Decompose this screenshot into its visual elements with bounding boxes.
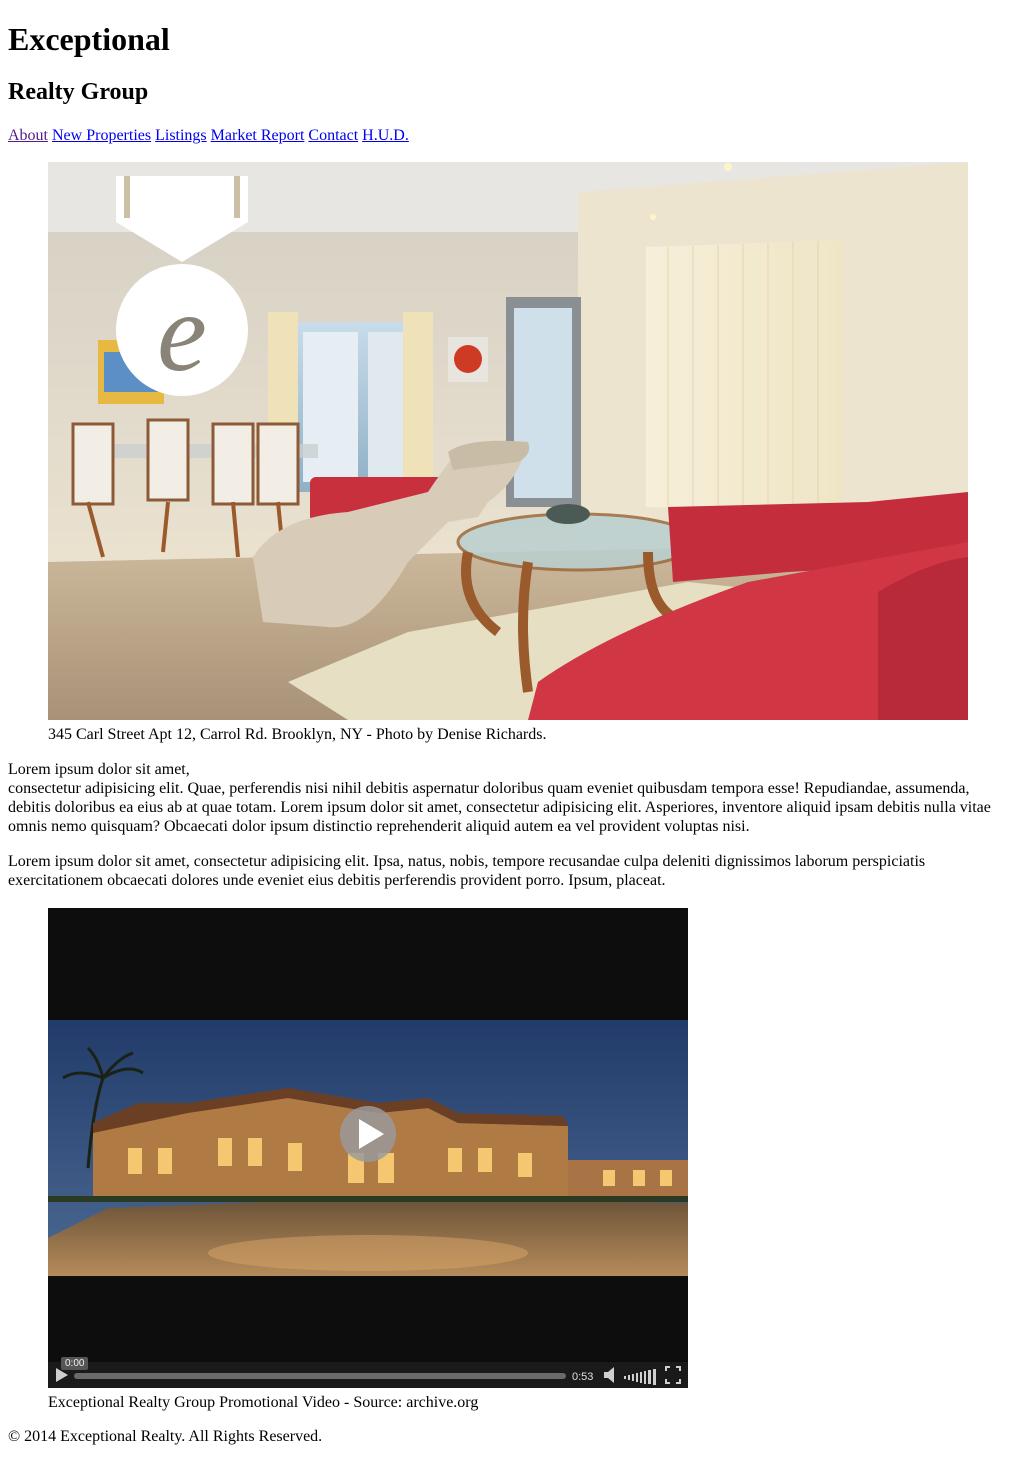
intro-paragraph-line1: Lorem ipsum dolor sit amet,: [8, 761, 190, 778]
brand-logo-icon: e: [116, 176, 248, 396]
volume-icon[interactable]: [604, 1367, 614, 1383]
fullscreen-icon[interactable]: [665, 1366, 681, 1384]
site-title: Exceptional: [8, 21, 170, 57]
nav-link-market-report[interactable]: Market Report: [211, 127, 305, 144]
video-player[interactable]: 0:53 0:00: [48, 908, 688, 1388]
nav-link-hud[interactable]: H.U.D.: [362, 127, 409, 144]
nav-link-new-properties[interactable]: New Properties: [52, 127, 151, 144]
seek-bar[interactable]: [74, 1373, 566, 1379]
play-button-icon[interactable]: [56, 1368, 68, 1382]
volume-level-icon[interactable]: [624, 1369, 656, 1385]
video-controls: 0:53: [48, 1362, 688, 1388]
site-subtitle: Realty Group: [8, 79, 149, 105]
nav-link-contact[interactable]: Contact: [308, 127, 358, 144]
duration-label: 0:53: [572, 1371, 593, 1383]
intro-paragraph: Lorem ipsum dolor sit amet, consectetur …: [8, 760, 1016, 836]
main-nav: About New Properties Listings Market Rep…: [8, 126, 1016, 146]
time-tooltip: 0:00: [61, 1357, 89, 1370]
intro-paragraph-rest: consectetur adipisicing elit. Quae, perf…: [8, 780, 991, 835]
page: Exceptional Realty Group About New Prope…: [0, 0, 1024, 1446]
hero-caption: 345 Carl Street Apt 12, Carrol Rd. Brook…: [48, 726, 547, 743]
play-overlay-icon[interactable]: [340, 1106, 396, 1162]
video-figure: 0:53 0:00 Exceptional Realty Group Promo…: [48, 908, 976, 1412]
site-footer: © 2014 Exceptional Realty. All Rights Re…: [8, 1428, 1016, 1446]
second-paragraph: Lorem ipsum dolor sit amet, consectetur …: [8, 853, 926, 889]
nav-link-listings[interactable]: Listings: [155, 127, 207, 144]
hero-figure: e 345 Carl Street Apt 12, Carrol Rd. Bro…: [48, 162, 976, 744]
copyright-text: © 2014 Exceptional Realty. All Rights Re…: [8, 1428, 323, 1445]
site-header: Exceptional Realty Group: [8, 0, 1016, 108]
logo-letter: e: [157, 271, 207, 395]
video-caption: Exceptional Realty Group Promotional Vid…: [48, 1394, 479, 1411]
hero-photo: e: [48, 162, 968, 720]
nav-link-about[interactable]: About: [8, 127, 48, 144]
